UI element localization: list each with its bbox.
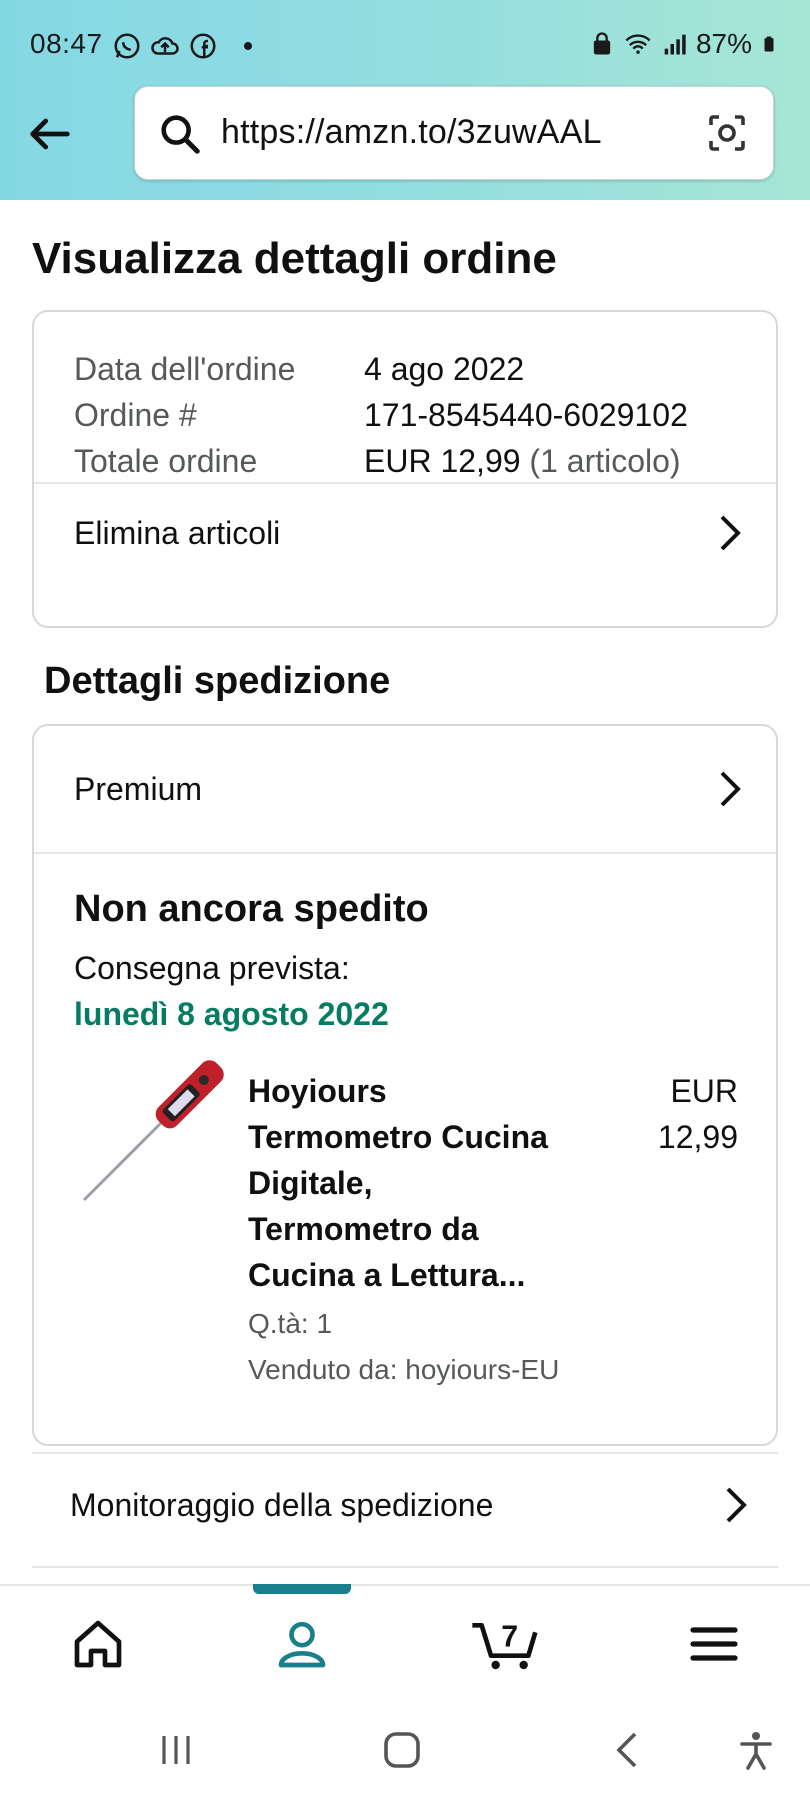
status-time: 08:47 xyxy=(30,28,103,59)
system-status-icons: 87% xyxy=(588,28,778,60)
price-value: 12,99 xyxy=(657,1119,738,1155)
battery-icon xyxy=(764,36,774,52)
camera-lens-icon[interactable] xyxy=(703,109,751,157)
lock-icon xyxy=(593,32,611,55)
cart-icon[interactable]: 7 xyxy=(470,1616,540,1672)
product-title-line: Digitale, xyxy=(248,1165,373,1201)
tracking-link[interactable]: Monitoraggio della spedizione xyxy=(70,1480,752,1530)
order-summary-card: Data dell'ordine 4 ago 2022 Ordine # 171… xyxy=(32,310,778,628)
product-title-line: Hoyiours xyxy=(248,1073,387,1109)
product-seller: Venduto da: hoyiours-EU xyxy=(248,1354,560,1385)
back-arrow-icon[interactable] xyxy=(24,108,76,160)
facebook-icon xyxy=(190,33,216,59)
divider xyxy=(34,482,776,484)
divider xyxy=(32,1452,778,1454)
expected-delivery-date: lunedì 8 agosto 2022 xyxy=(74,996,389,1032)
page-title: Visualizza dettagli ordine xyxy=(32,234,557,283)
chevron-right-icon xyxy=(720,771,741,807)
product-title[interactable]: Hoyiours Termometro Cucina Digitale, Ter… xyxy=(248,1068,588,1298)
product-image[interactable] xyxy=(74,1060,234,1210)
order-number-value: 171-8545440-6029102 xyxy=(364,397,688,433)
signal-icon xyxy=(664,34,686,55)
shipping-method-label: Premium xyxy=(74,770,203,807)
home-icon[interactable] xyxy=(70,1616,126,1672)
menu-icon[interactable] xyxy=(686,1616,742,1672)
delete-items-link[interactable]: Elimina articoli xyxy=(74,508,746,558)
account-icon[interactable] xyxy=(274,1616,330,1672)
chevron-right-icon xyxy=(720,515,741,551)
search-icon xyxy=(161,115,200,154)
chevron-right-icon xyxy=(726,1487,747,1523)
status-bar: 08:47 87% xyxy=(0,24,810,68)
cloud-upload-icon xyxy=(151,37,179,55)
notification-dot xyxy=(244,42,252,50)
order-date-value: 4 ago 2022 xyxy=(364,351,525,387)
divider xyxy=(32,1566,778,1568)
delete-items-label: Elimina articoli xyxy=(74,514,281,551)
price-currency: EUR xyxy=(670,1073,738,1109)
accessibility-icon[interactable] xyxy=(736,1730,776,1770)
order-date-row: Data dell'ordine 4 ago 2022 xyxy=(74,346,688,392)
product-price: EUR 12,99 xyxy=(618,1068,738,1160)
home-button-icon[interactable] xyxy=(382,1730,422,1770)
order-date-label: Data dell'ordine xyxy=(74,351,296,387)
shipping-method-link[interactable]: Premium xyxy=(74,764,746,814)
browser-header: 08:47 87% https://amzn.to/3zuwAAL xyxy=(0,0,810,200)
recent-apps-icon[interactable] xyxy=(156,1730,196,1770)
product-title-line: Cucina a Lettura... xyxy=(248,1257,526,1293)
order-number-row: Ordine # 171-8545440-6029102 xyxy=(74,392,688,438)
url-bar[interactable]: https://amzn.to/3zuwAAL xyxy=(134,86,774,180)
shipping-card: Premium Non ancora spedito Consegna prev… xyxy=(32,724,778,1446)
bottom-navigation: 7 xyxy=(0,1584,810,1694)
order-number-label: Ordine # xyxy=(74,397,197,433)
expected-delivery-label: Consegna prevista: xyxy=(74,950,350,986)
shipping-section-title: Dettagli spedizione xyxy=(44,660,391,702)
url-text[interactable]: https://amzn.to/3zuwAAL xyxy=(221,113,602,152)
order-item-count: (1 articolo) xyxy=(529,443,681,479)
battery-percentage: 87% xyxy=(695,28,752,59)
shipment-status: Non ancora spedito xyxy=(74,888,429,930)
order-total-value: EUR 12,99 (1 articolo) xyxy=(364,438,681,484)
wifi-icon xyxy=(625,34,651,54)
product-title-line: Termometro Cucina xyxy=(248,1119,548,1155)
back-button-icon[interactable] xyxy=(612,1730,642,1770)
product-quantity: Q.tà: 1 xyxy=(248,1308,333,1339)
order-info: Data dell'ordine 4 ago 2022 Ordine # 171… xyxy=(74,346,688,484)
notification-icons xyxy=(112,28,252,64)
system-navigation-bar xyxy=(0,1694,810,1800)
order-total-amount: EUR 12,99 xyxy=(364,443,521,479)
divider xyxy=(34,852,776,854)
tracking-label: Monitoraggio della spedizione xyxy=(70,1486,494,1523)
whatsapp-icon xyxy=(114,33,140,59)
cart-count: 7 xyxy=(501,1620,518,1653)
order-total-row: Totale ordine EUR 12,99 (1 articolo) xyxy=(74,438,688,484)
product-title-line: Termometro da xyxy=(248,1211,479,1247)
active-tab-indicator xyxy=(253,1584,351,1594)
order-total-label: Totale ordine xyxy=(74,443,258,479)
